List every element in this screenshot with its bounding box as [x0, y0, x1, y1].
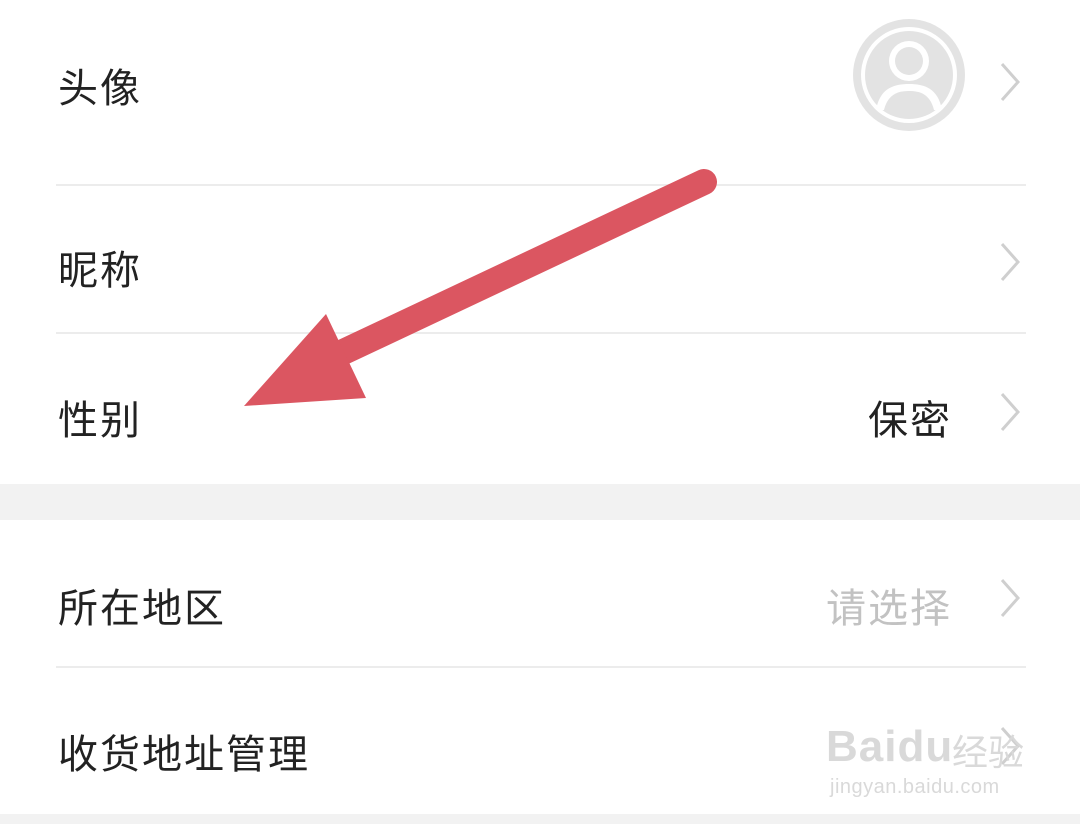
chevron-right-icon — [1000, 63, 1021, 101]
gender-row[interactable]: 性别 保密 — [0, 334, 1080, 484]
region-row[interactable]: 所在地区 请选择 — [0, 520, 1080, 666]
baidu-jingyan-watermark: Baidu 经验 jingyan.baidu.com — [826, 702, 1026, 802]
watermark-url: jingyan.baidu.com — [830, 776, 1000, 798]
region-row-value: 请选择 — [826, 586, 952, 632]
chevron-right-icon — [1000, 579, 1021, 617]
avatar-row[interactable]: 头像 — [0, 0, 1080, 184]
region-row-label: 所在地区 — [58, 586, 226, 632]
chevron-right-icon — [1000, 393, 1021, 431]
nickname-row-label: 昵称 — [58, 248, 142, 294]
nickname-row[interactable]: 昵称 — [0, 186, 1080, 332]
watermark-suffix: 经验 — [952, 732, 1025, 773]
chevron-right-icon — [1000, 243, 1021, 281]
address-management-row-label: 收货地址管理 — [58, 732, 310, 778]
bottom-strip — [0, 814, 1080, 824]
gender-row-label: 性别 — [58, 398, 142, 444]
gender-row-value: 保密 — [868, 398, 952, 444]
default-avatar-icon — [853, 19, 965, 131]
watermark-brand: Baidu — [826, 722, 954, 771]
section-separator — [0, 484, 1080, 520]
avatar-row-label: 头像 — [58, 66, 142, 112]
